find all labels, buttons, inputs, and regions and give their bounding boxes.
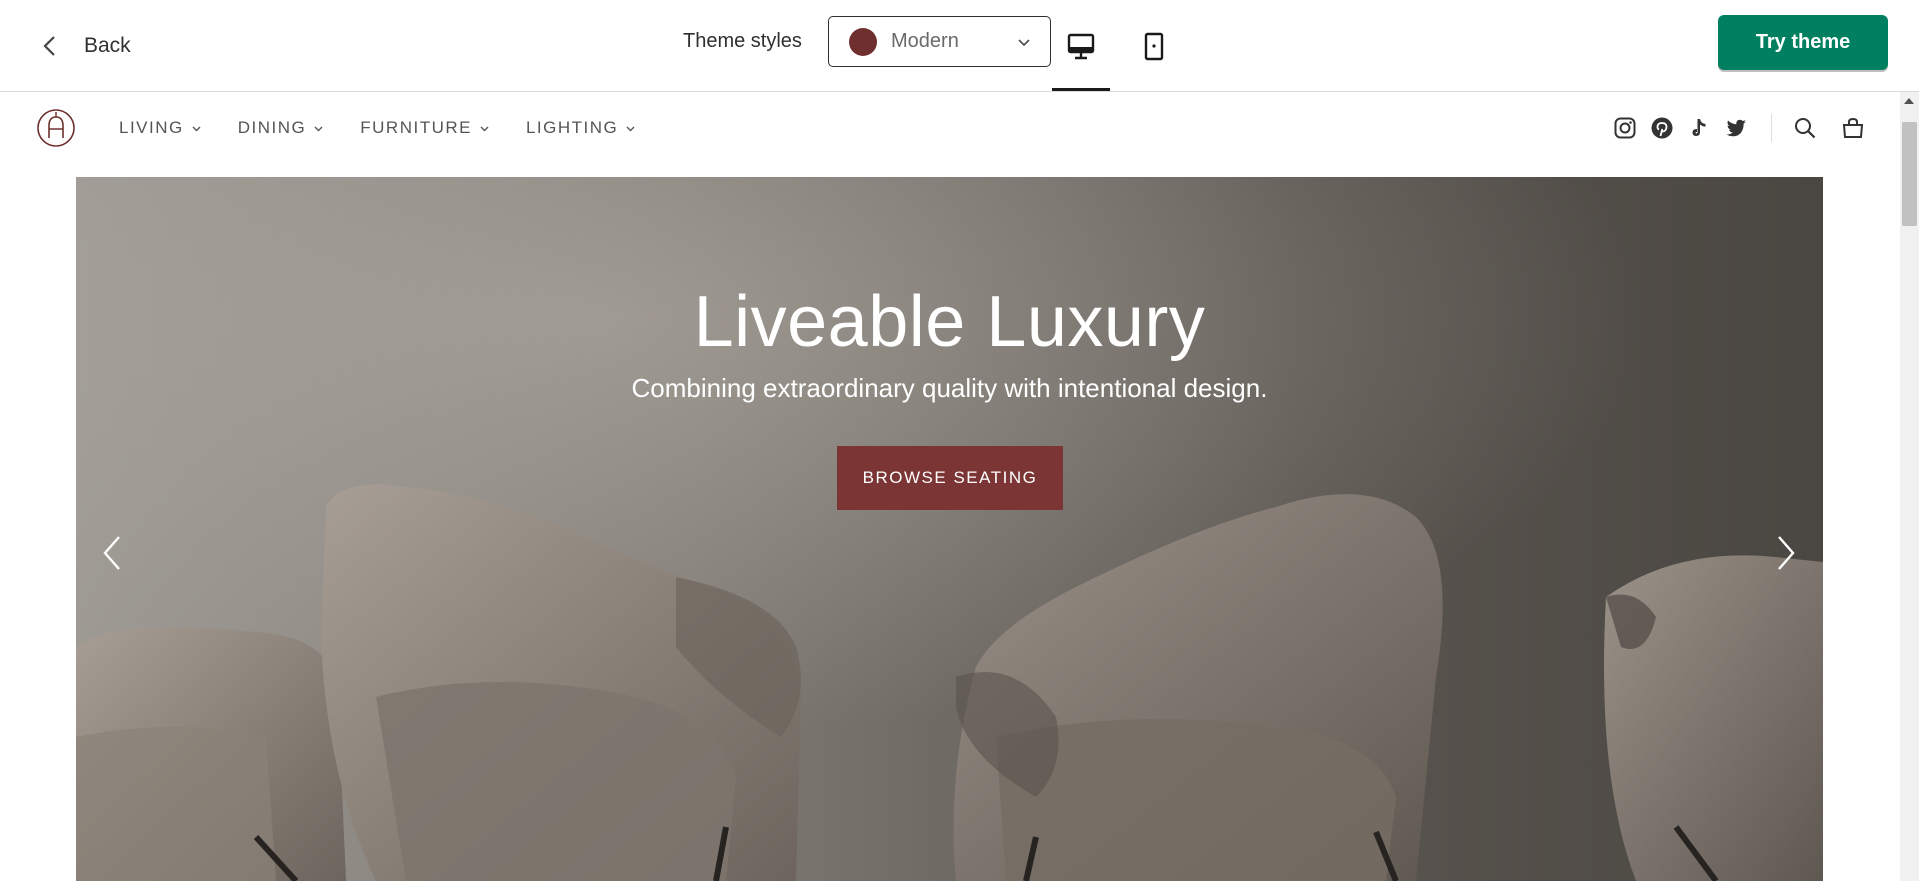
desktop-icon <box>1067 33 1095 60</box>
pinterest-icon[interactable] <box>1646 112 1678 144</box>
style-select-value: Modern <box>891 30 959 52</box>
header-divider <box>1771 114 1772 142</box>
hero-slideshow: Liveable Luxury Combining extraordinary … <box>76 177 1823 881</box>
back-label: Back <box>84 34 131 57</box>
browse-seating-button[interactable]: BROWSE SEATING <box>837 446 1063 510</box>
hero-title: Liveable Luxury <box>693 282 1206 362</box>
mobile-view-button[interactable] <box>1126 22 1182 70</box>
store-preview: LIVING DINING FURNITURE LIGHTING Liveabl… <box>0 92 1900 881</box>
chevron-right-icon <box>1778 536 1795 570</box>
back-button[interactable]: Back <box>36 22 131 70</box>
preview-topbar: Back Theme styles Modern Try theme <box>0 0 1919 92</box>
mobile-icon <box>1144 32 1164 61</box>
store-header: LIVING DINING FURNITURE LIGHTING <box>0 92 1900 177</box>
scroll-thumb[interactable] <box>1902 122 1917 226</box>
tiktok-icon[interactable] <box>1683 112 1715 144</box>
slide-next-button[interactable] <box>1766 527 1806 579</box>
preview-scrollbar[interactable] <box>1900 92 1919 881</box>
desktop-view-button[interactable] <box>1053 22 1109 70</box>
style-color-swatch <box>849 27 877 56</box>
search-icon[interactable] <box>1789 112 1821 144</box>
header-icons <box>0 112 1900 144</box>
twitter-icon[interactable] <box>1720 112 1752 144</box>
cart-icon[interactable] <box>1837 112 1869 144</box>
theme-style-select[interactable]: Modern <box>828 16 1051 67</box>
scroll-up-arrow[interactable] <box>1904 98 1914 104</box>
slide-prev-button[interactable] <box>92 527 132 579</box>
hero-subtitle: Combining extraordinary quality with int… <box>631 373 1268 403</box>
chevron-down-icon <box>1018 38 1030 46</box>
chevron-left-icon <box>43 36 55 56</box>
try-theme-button[interactable]: Try theme <box>1718 15 1888 70</box>
theme-styles-label: Theme styles <box>683 30 802 52</box>
instagram-icon[interactable] <box>1609 112 1641 144</box>
chevron-left-icon <box>103 536 120 570</box>
active-device-indicator <box>1052 88 1110 91</box>
